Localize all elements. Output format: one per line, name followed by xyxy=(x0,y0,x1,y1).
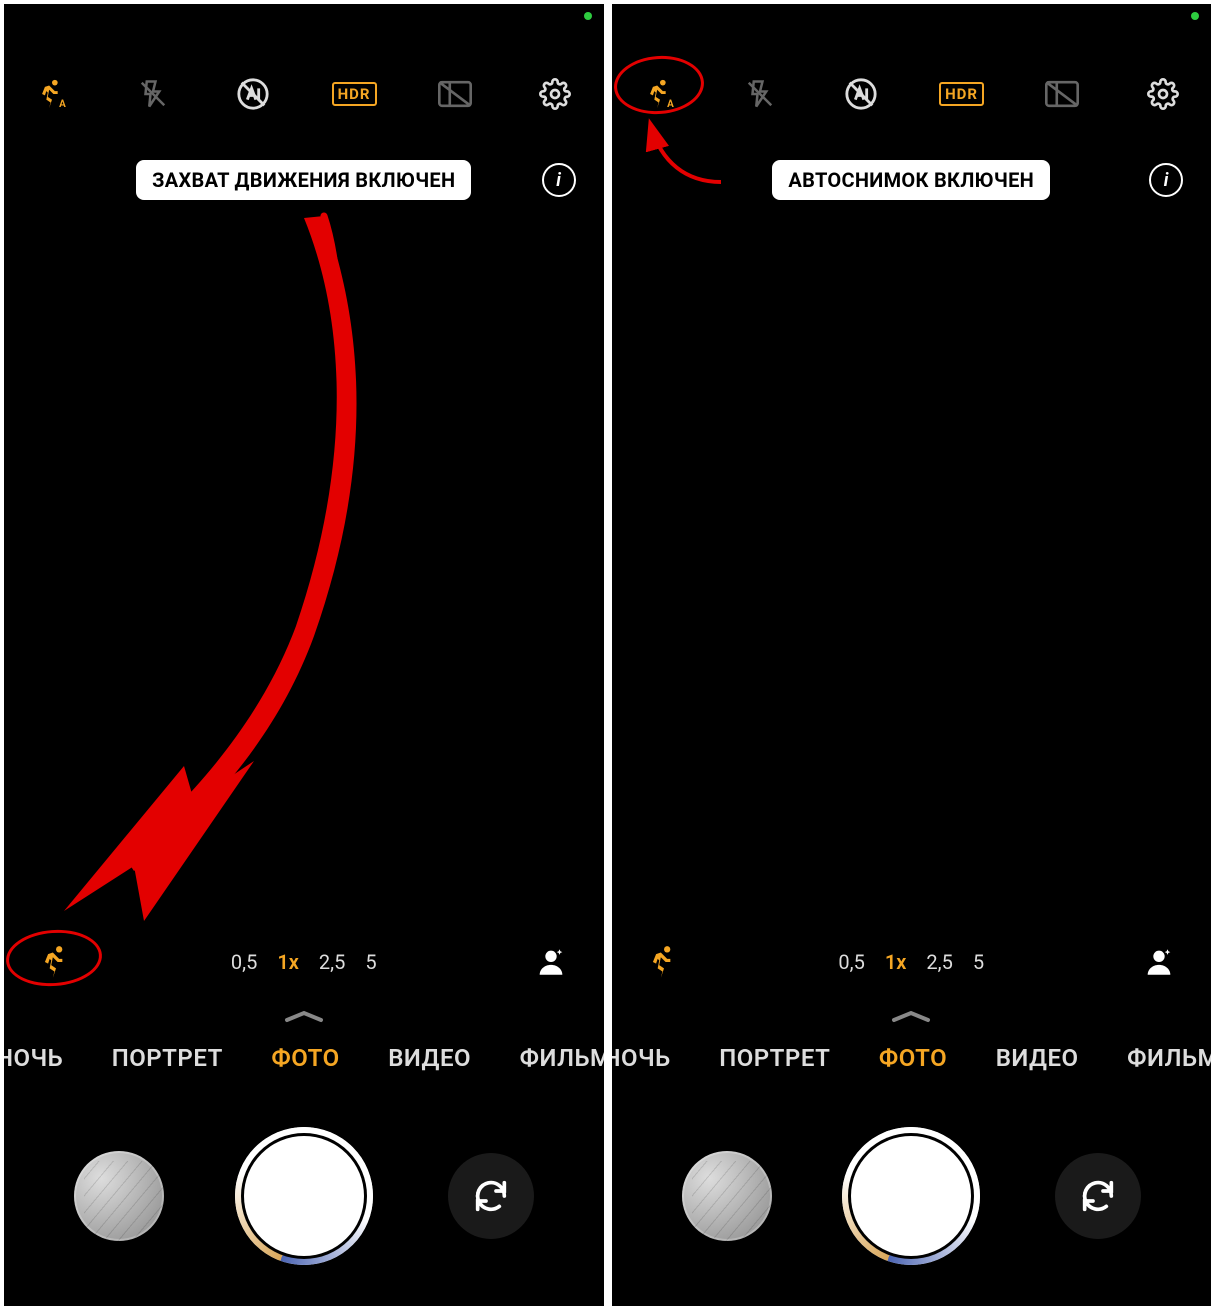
zoom-options: 0,5 1x 2,5 5 xyxy=(231,950,377,974)
mode-expand-icon[interactable] xyxy=(612,1008,1212,1030)
zoom-option[interactable]: 2,5 xyxy=(319,950,345,974)
ai-scene-off-icon[interactable] xyxy=(841,74,881,114)
zoom-option[interactable]: 1x xyxy=(277,950,299,974)
svg-text:A: A xyxy=(667,99,674,110)
shutter-button[interactable] xyxy=(244,1136,364,1256)
mode-option[interactable]: НОЧЬ xyxy=(4,1044,63,1072)
toast-message: АВТОСНИМОК ВКЛЮЧЕН xyxy=(772,160,1050,200)
ai-scene-off-icon[interactable] xyxy=(233,74,273,114)
gallery-thumbnail[interactable] xyxy=(682,1151,772,1241)
zoom-option[interactable]: 5 xyxy=(973,950,984,974)
svg-text:A: A xyxy=(59,99,66,110)
mode-carousel[interactable]: НОЧЬ ПОРТРЕТ ФОТО ВИДЕО ФИЛЬМ xyxy=(4,1030,604,1086)
toast-row: ЗАХВАТ ДВИЖЕНИЯ ВКЛЮЧЕН i xyxy=(4,144,604,216)
mode-option[interactable]: ФОТО xyxy=(879,1044,947,1072)
zoom-option[interactable]: 2,5 xyxy=(926,950,952,974)
mode-expand-icon[interactable] xyxy=(4,1008,604,1030)
mode-option[interactable]: НОЧЬ xyxy=(612,1044,671,1072)
motion-indicator-icon[interactable] xyxy=(34,940,78,984)
beautify-icon[interactable] xyxy=(1137,940,1181,984)
mode-option[interactable]: ВИДЕО xyxy=(996,1044,1079,1072)
zoom-options: 0,5 1x 2,5 5 xyxy=(838,950,984,974)
viewfinder[interactable] xyxy=(4,216,604,928)
zoom-option[interactable]: 1x xyxy=(885,950,907,974)
mode-option[interactable]: ФОТО xyxy=(271,1044,339,1072)
zoom-option[interactable]: 0,5 xyxy=(838,950,864,974)
mode-option[interactable]: ВИДЕО xyxy=(388,1044,471,1072)
zoom-strip: 0,5 1x 2,5 5 xyxy=(612,928,1212,1008)
motion-indicator-icon[interactable] xyxy=(642,940,686,984)
mode-option[interactable]: ПОРТРЕТ xyxy=(112,1044,223,1072)
viewfinder[interactable] xyxy=(612,216,1212,928)
zoom-option[interactable]: 5 xyxy=(365,950,376,974)
mode-option[interactable]: ПОРТРЕТ xyxy=(719,1044,830,1072)
motion-auto-icon[interactable]: A xyxy=(640,74,680,114)
settings-icon[interactable] xyxy=(535,74,575,114)
info-icon[interactable]: i xyxy=(542,163,576,197)
mode-option[interactable]: ФИЛЬМ xyxy=(520,1044,604,1072)
camera-screen-right: A HDR xyxy=(612,4,1212,1306)
settings-icon[interactable] xyxy=(1143,74,1183,114)
camera-active-dot xyxy=(584,12,592,20)
camera-switch-button[interactable] xyxy=(1055,1153,1141,1239)
annotation-arrow xyxy=(24,206,464,936)
gallery-thumbnail[interactable] xyxy=(74,1151,164,1241)
mode-option[interactable]: ФИЛЬМ xyxy=(1127,1044,1211,1072)
toast-message: ЗАХВАТ ДВИЖЕНИЯ ВКЛЮЧЕН xyxy=(136,160,471,200)
zoom-option[interactable]: 0,5 xyxy=(231,950,257,974)
camera-screen-left: A HDR xyxy=(4,4,604,1306)
aspect-ratio-icon[interactable] xyxy=(435,74,475,114)
mode-carousel[interactable]: НОЧЬ ПОРТРЕТ ФОТО ВИДЕО ФИЛЬМ xyxy=(612,1030,1212,1086)
flash-off-icon[interactable] xyxy=(133,74,173,114)
motion-auto-icon[interactable]: A xyxy=(32,74,72,114)
camera-switch-button[interactable] xyxy=(448,1153,534,1239)
info-icon[interactable]: i xyxy=(1149,163,1183,197)
shutter-row xyxy=(612,1086,1212,1306)
top-toolbar: A HDR xyxy=(612,4,1212,144)
shutter-button[interactable] xyxy=(851,1136,971,1256)
top-toolbar: A HDR xyxy=(4,4,604,144)
flash-off-icon[interactable] xyxy=(740,74,780,114)
aspect-ratio-icon[interactable] xyxy=(1042,74,1082,114)
hdr-button[interactable]: HDR xyxy=(942,74,982,114)
zoom-strip: 0,5 1x 2,5 5 xyxy=(4,928,604,1008)
hdr-button[interactable]: HDR xyxy=(334,74,374,114)
toast-row: АВТОСНИМОК ВКЛЮЧЕН i xyxy=(612,144,1212,216)
shutter-row xyxy=(4,1086,604,1306)
beautify-icon[interactable] xyxy=(529,940,573,984)
